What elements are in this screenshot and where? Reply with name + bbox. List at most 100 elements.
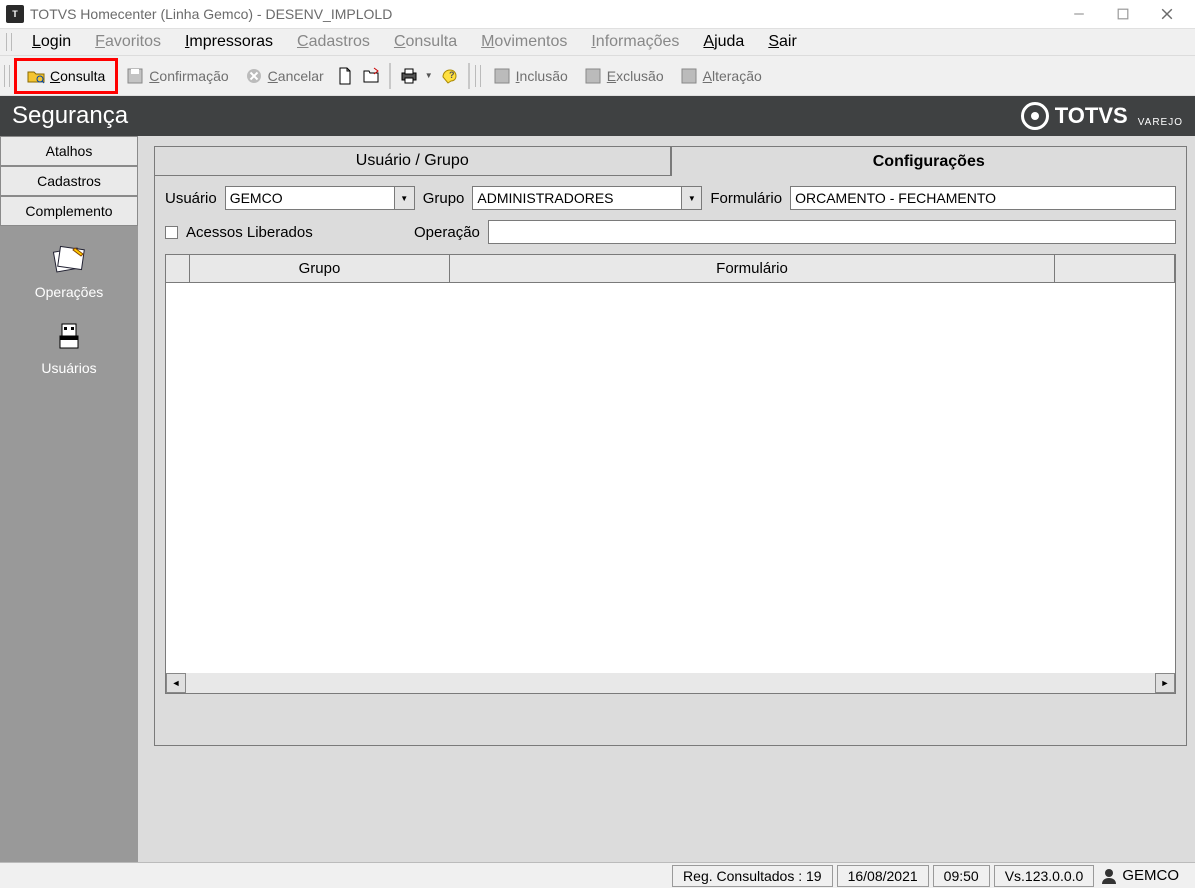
menu-grip: [6, 33, 12, 51]
content-panel: Usuário / Grupo Configurações Usuário GE…: [138, 136, 1195, 862]
brand-sub: VAREJO: [1138, 117, 1183, 130]
scroll-left-button[interactable]: ◄: [166, 673, 186, 693]
menu-favoritos[interactable]: Favoritos: [83, 31, 173, 53]
tab-body: Usuário GEMCO ▼ Grupo ADMINISTRADORES ▼ …: [154, 176, 1187, 746]
sidebar-item-label: Usuários: [41, 360, 96, 376]
toolbar-separator-1: [389, 63, 391, 89]
brand-logo: TOTVS VAREJO: [1021, 102, 1183, 130]
folder-search-icon: [27, 67, 45, 85]
table-body: [166, 283, 1175, 673]
menu-bar: Login Favoritos Impressoras Cadastros Co…: [0, 28, 1195, 56]
grupo-label: Grupo: [423, 190, 465, 207]
acessos-label: Acessos Liberados: [186, 224, 406, 241]
status-time: 09:50: [933, 865, 990, 887]
app-icon: T: [6, 5, 24, 23]
tab-configuracoes[interactable]: Configurações: [671, 146, 1188, 176]
close-button[interactable]: [1145, 1, 1189, 27]
col-extra[interactable]: [1055, 255, 1175, 283]
sidebar-items: Operações Usuários: [0, 226, 138, 862]
brand-name: TOTVS: [1055, 103, 1128, 129]
svg-text:?: ?: [449, 70, 455, 80]
confirmacao-button[interactable]: Confirmação: [118, 61, 236, 91]
printer-icon: [400, 67, 418, 85]
chevron-down-icon: ▼: [425, 71, 433, 80]
inclusao-button[interactable]: Inclusão: [485, 61, 576, 91]
sidebar: Atalhos Cadastros Complemento Operações …: [0, 136, 138, 862]
menu-login[interactable]: Login: [20, 31, 83, 53]
brand-circle-icon: [1021, 102, 1049, 130]
grupo-combo[interactable]: ADMINISTRADORES ▼: [472, 186, 702, 210]
sidebar-item-label: Operações: [35, 284, 103, 300]
acessos-checkbox[interactable]: [165, 226, 178, 239]
chevron-down-icon: ▼: [394, 187, 414, 209]
formulario-label: Formulário: [710, 190, 782, 207]
save-icon: [126, 67, 144, 85]
minimize-button[interactable]: [1057, 1, 1101, 27]
sidebar-item-operacoes[interactable]: Operações: [35, 242, 103, 300]
menu-ajuda[interactable]: Ajuda: [691, 31, 756, 53]
scroll-right-button[interactable]: ►: [1155, 673, 1175, 693]
toolbar-grip-2: [475, 65, 481, 87]
open-icon: [362, 67, 380, 85]
usuarios-icon: [47, 318, 91, 356]
status-version: Vs.123.0.0.0: [994, 865, 1095, 887]
chevron-down-icon: ▼: [681, 187, 701, 209]
menu-impressoras[interactable]: Impressoras: [173, 31, 285, 53]
window-title: TOTVS Homecenter (Linha Gemco) - DESENV_…: [30, 6, 1057, 22]
sidebar-tab-atalhos[interactable]: Atalhos: [0, 136, 138, 166]
alteracao-button[interactable]: Alteração: [672, 61, 770, 91]
formulario-input[interactable]: [790, 186, 1176, 210]
col-formulario[interactable]: Formulário: [450, 255, 1055, 283]
form-row-2: Acessos Liberados Operação: [165, 220, 1176, 244]
operacoes-icon: [47, 242, 91, 280]
status-date: 16/08/2021: [837, 865, 929, 887]
exclusao-icon: [584, 67, 602, 85]
cancel-icon: [245, 67, 263, 85]
table: Grupo Formulário ◄ ►: [165, 254, 1176, 694]
menu-informacoes[interactable]: Informações: [579, 31, 691, 53]
form-row-1: Usuário GEMCO ▼ Grupo ADMINISTRADORES ▼ …: [165, 186, 1176, 210]
title-bar: T TOTVS Homecenter (Linha Gemco) - DESEN…: [0, 0, 1195, 28]
sidebar-item-usuarios[interactable]: Usuários: [41, 318, 96, 376]
status-user: GEMCO: [1122, 867, 1179, 884]
menu-consulta[interactable]: Consulta: [382, 31, 469, 53]
help-button[interactable]: ?: [437, 61, 463, 91]
tab-usuario-grupo[interactable]: Usuário / Grupo: [154, 146, 671, 176]
maximize-button[interactable]: [1101, 1, 1145, 27]
usuario-label: Usuário: [165, 190, 217, 207]
menu-sair[interactable]: Sair: [756, 31, 808, 53]
horizontal-scrollbar[interactable]: ◄ ►: [166, 673, 1175, 693]
col-grupo[interactable]: Grupo: [190, 255, 450, 283]
inclusao-icon: [493, 67, 511, 85]
new-doc-button[interactable]: [332, 61, 358, 91]
cancelar-button[interactable]: Cancelar: [237, 61, 332, 91]
section-banner: Segurança TOTVS VAREJO: [0, 96, 1195, 136]
usuario-value: GEMCO: [230, 190, 394, 206]
help-icon: ?: [441, 67, 459, 85]
menu-cadastros[interactable]: Cadastros: [285, 31, 382, 53]
menu-movimentos[interactable]: Movimentos: [469, 31, 579, 53]
grupo-value: ADMINISTRADORES: [477, 190, 681, 206]
print-button[interactable]: ▼: [396, 61, 437, 91]
alteracao-icon: [680, 67, 698, 85]
operacao-label: Operação: [414, 224, 480, 241]
toolbar: Consulta Confirmação Cancelar ▼ ?: [0, 56, 1195, 96]
status-reg: Reg. Consultados : 19: [672, 865, 833, 887]
exclusao-button[interactable]: Exclusão: [576, 61, 672, 91]
toolbar-grip: [4, 65, 10, 87]
section-title: Segurança: [12, 102, 128, 130]
col-select[interactable]: [166, 255, 190, 283]
sidebar-tab-cadastros[interactable]: Cadastros: [0, 166, 138, 196]
main-area: Atalhos Cadastros Complemento Operações …: [0, 136, 1195, 862]
status-bar: Reg. Consultados : 19 16/08/2021 09:50 V…: [0, 862, 1195, 888]
operacao-input[interactable]: [488, 220, 1176, 244]
user-icon: [1100, 867, 1118, 885]
sidebar-tab-complemento[interactable]: Complemento: [0, 196, 138, 226]
new-doc-icon: [336, 67, 354, 85]
open-button[interactable]: [358, 61, 384, 91]
usuario-combo[interactable]: GEMCO ▼: [225, 186, 415, 210]
consulta-button[interactable]: Consulta: [14, 58, 118, 94]
table-header: Grupo Formulário: [166, 255, 1175, 283]
tab-row: Usuário / Grupo Configurações: [154, 146, 1187, 176]
toolbar-separator-2: [468, 63, 470, 89]
